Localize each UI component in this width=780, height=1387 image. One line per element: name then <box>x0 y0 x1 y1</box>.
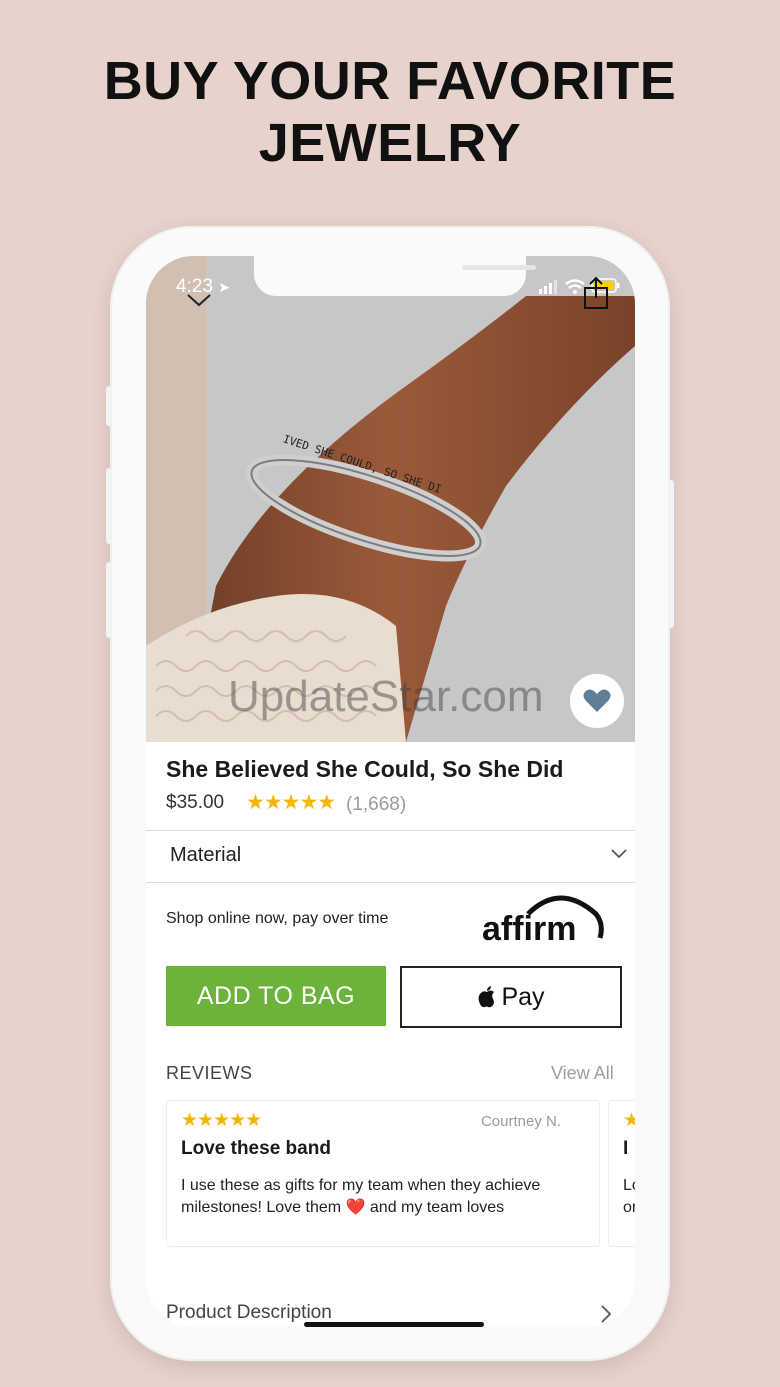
phone-volume-up <box>106 468 112 544</box>
material-label: Material <box>170 844 242 866</box>
phone-mute-switch <box>106 386 112 426</box>
affirm-logo-text: affirm <box>482 910 576 946</box>
apple-logo-icon <box>478 986 495 1008</box>
review-card[interactable]: ★★★★★ Courtney N. Love these band I use … <box>166 1100 600 1247</box>
product-title: She Believed She Could, So She Did <box>166 756 564 782</box>
product-price: $35.00 <box>166 792 225 813</box>
product-description-label: Product Description <box>166 1302 332 1323</box>
home-indicator[interactable] <box>304 1322 484 1327</box>
view-all-reviews-link[interactable]: View All <box>551 1063 614 1084</box>
review-body: Lo or <box>623 1177 635 1216</box>
review-title: I <box>623 1138 629 1159</box>
review-card[interactable]: ★ I Lo or <box>608 1100 635 1247</box>
phone-power-button <box>668 480 674 628</box>
product-rating-count[interactable]: (1,668) <box>346 794 406 816</box>
location-arrow-icon: ➤ <box>218 279 230 295</box>
headline-line-2: JEWELRY <box>258 113 522 173</box>
divider <box>146 830 635 831</box>
phone-notch <box>254 256 536 296</box>
review-stars: ★★★★★ <box>181 1109 262 1131</box>
review-author: Courtney N. <box>480 1113 561 1130</box>
headline-line-1: BUY YOUR FAVORITE <box>103 51 677 111</box>
chevron-down-icon <box>611 849 627 859</box>
signal-icon <box>539 280 557 294</box>
phone-speaker <box>462 265 536 270</box>
financing-text: Shop online now, pay over time <box>166 910 389 927</box>
product-rating-stars: ★★★★★ <box>246 790 336 814</box>
phone-screen: IVED SHE COULD, SO SHE DI 4:23 ➤ UpdateS… <box>146 256 635 1327</box>
page-headline: BUY YOUR FAVORITE JEWELRY <box>0 50 780 174</box>
reviews-heading: REVIEWS <box>166 1063 253 1083</box>
chevron-right-icon <box>601 1305 612 1323</box>
add-to-bag-button[interactable]: ADD TO BAG <box>166 966 386 1026</box>
share-icon[interactable] <box>582 276 610 310</box>
favorite-button[interactable] <box>570 674 624 728</box>
apple-pay-button[interactable]: Pay <box>400 966 622 1028</box>
affirm-logo[interactable]: affirm <box>480 890 606 946</box>
collapse-chevron-icon[interactable] <box>186 292 212 308</box>
review-body: I use these as gifts for my team when th… <box>181 1177 541 1216</box>
review-title: Love these band <box>181 1138 331 1159</box>
apple-pay-label: Pay <box>501 982 545 1011</box>
divider <box>146 882 635 883</box>
bracelet-photo: IVED SHE COULD, SO SHE DI <box>146 256 635 742</box>
phone-volume-down <box>106 562 112 638</box>
heart-icon <box>583 689 611 712</box>
product-hero-image[interactable]: IVED SHE COULD, SO SHE DI 4:23 ➤ UpdateS… <box>146 256 635 742</box>
review-stars: ★ <box>623 1109 635 1131</box>
watermark-text: UpdateStar.com <box>228 672 544 721</box>
